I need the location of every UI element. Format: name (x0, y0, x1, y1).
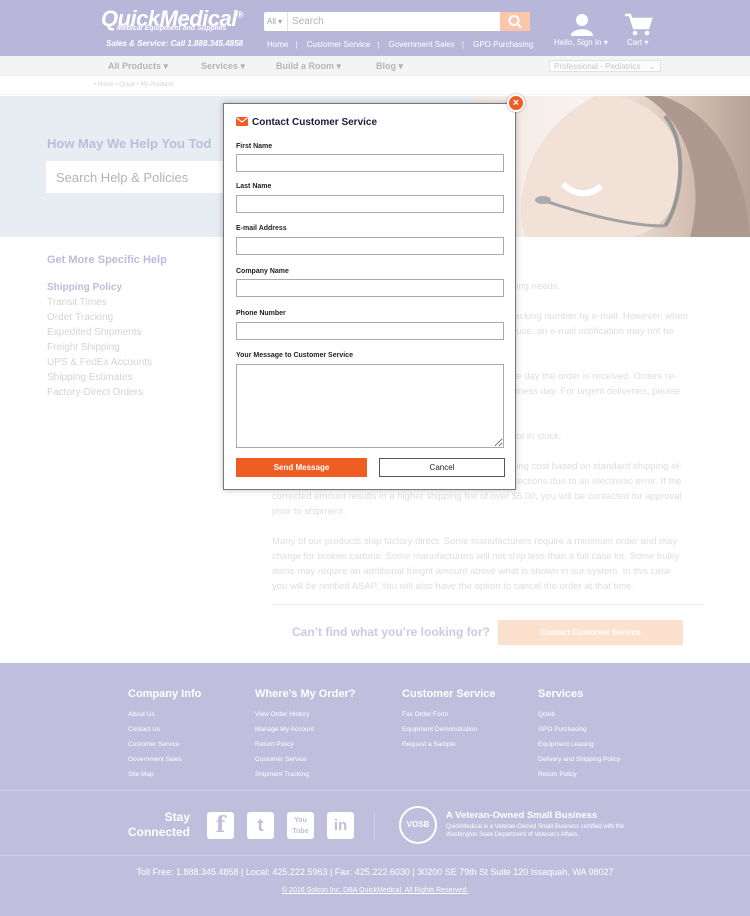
last-name-label: Last Name (236, 183, 272, 190)
close-icon[interactable]: × (507, 94, 525, 112)
last-name-field[interactable] (236, 195, 504, 213)
page: QuickMedical® Medical Equipment and Supp… (0, 0, 750, 916)
first-name-label: First Name (236, 143, 273, 150)
email-field[interactable] (236, 237, 504, 255)
message-textarea[interactable] (236, 364, 504, 448)
email-label: E-mail Address (236, 225, 287, 232)
company-name-field[interactable] (236, 279, 504, 297)
phone-number-label: Phone Number (236, 310, 286, 317)
company-name-label: Company Name (236, 268, 289, 275)
first-name-field[interactable] (236, 154, 504, 172)
modal-title: Contact Customer Service (252, 117, 378, 128)
send-message-button[interactable]: Send Message (236, 458, 367, 477)
message-label: Your Message to Customer Service (236, 352, 353, 359)
phone-number-field[interactable] (236, 322, 504, 340)
cancel-button[interactable]: Cancel (379, 458, 505, 477)
envelope-icon (236, 117, 248, 126)
